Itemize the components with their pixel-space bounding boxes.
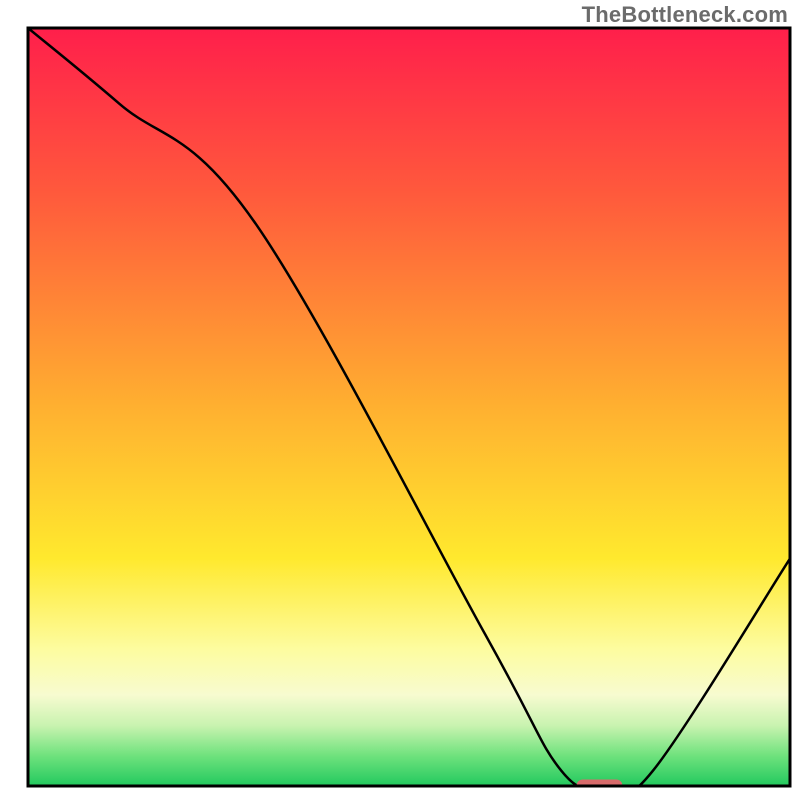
plot-area [28, 28, 790, 794]
gradient-background [28, 28, 790, 786]
watermark-text: TheBottleneck.com [582, 2, 788, 28]
bottleneck-chart [0, 0, 800, 800]
